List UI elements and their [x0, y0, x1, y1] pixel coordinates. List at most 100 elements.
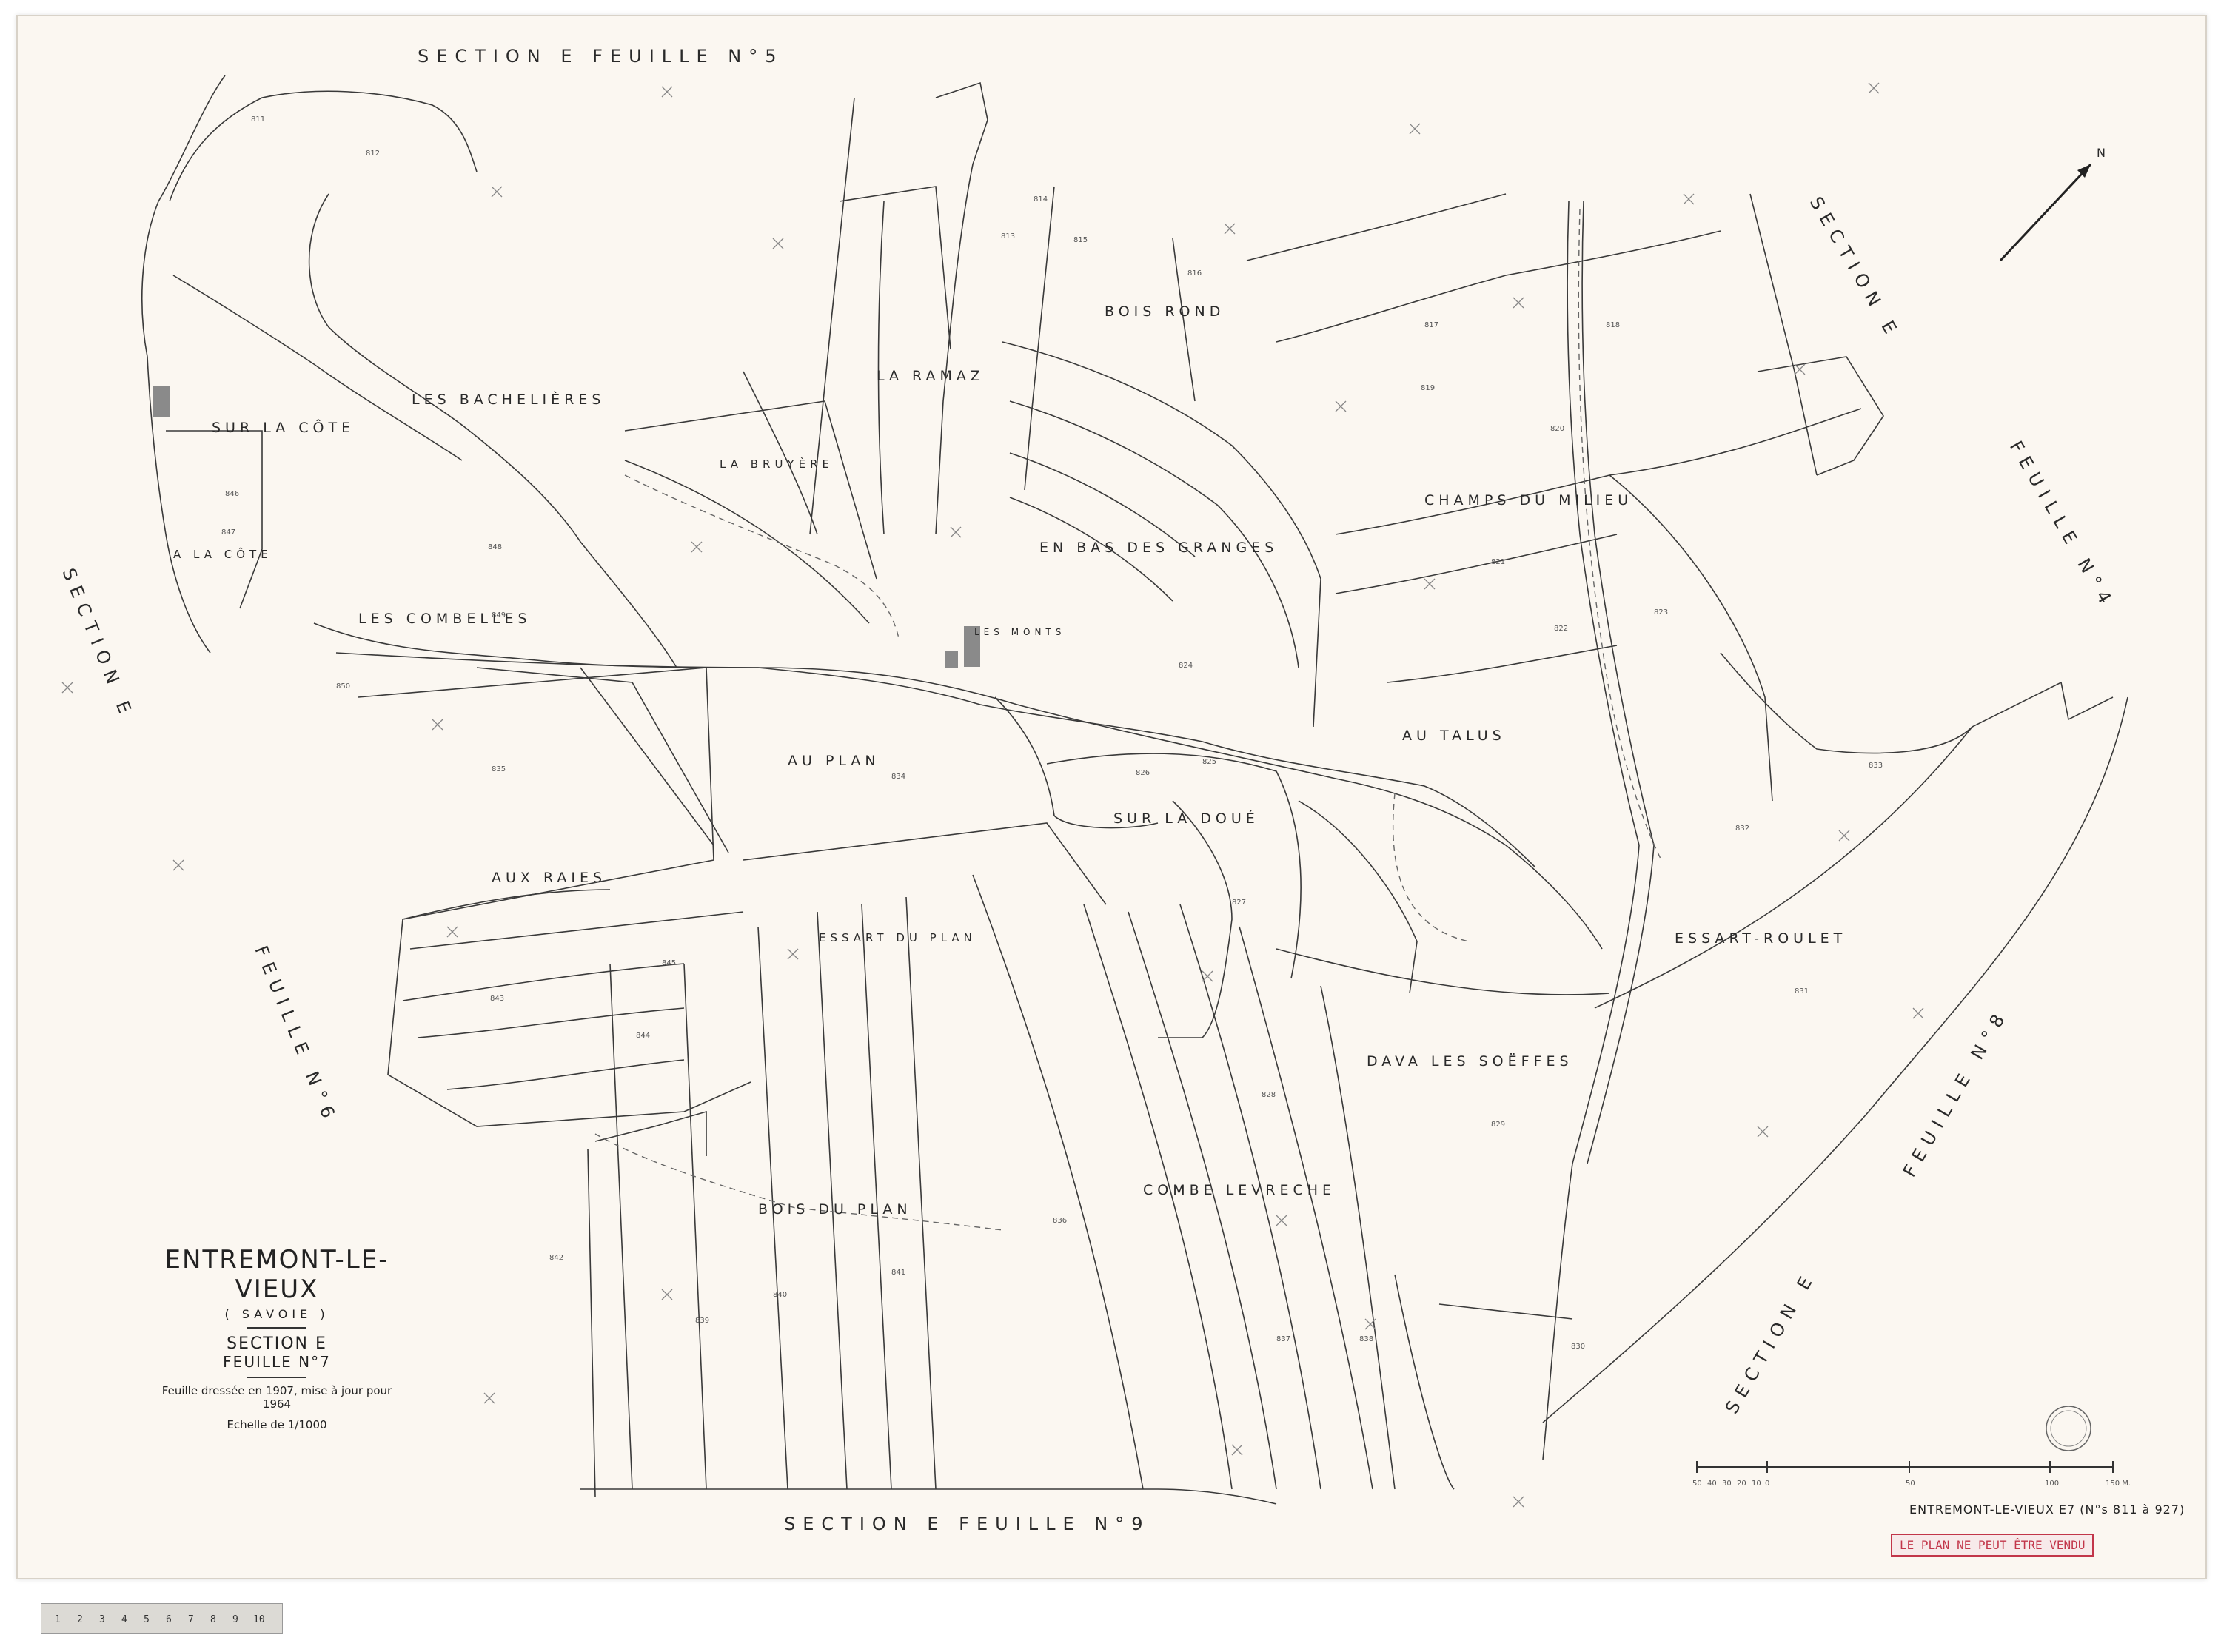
- parcel-number: 815: [1073, 236, 1088, 244]
- locality-label: EN BAS DES GRANGES: [1039, 540, 1278, 556]
- parcel-number: 842: [549, 1254, 563, 1262]
- title-divider: [247, 1377, 306, 1378]
- locality-label: ESSART DU PLAN: [819, 931, 976, 944]
- scale-tick: 50: [1906, 1480, 1915, 1488]
- parcel-number: 831: [1795, 987, 1809, 995]
- locality-label: BOIS DU PLAN: [758, 1201, 912, 1218]
- ruler-tick: 10: [253, 1614, 265, 1625]
- not-for-sale-stamp: LE PLAN NE PEUT ÊTRE VENDU: [1891, 1534, 2094, 1557]
- parcel-number: 817: [1424, 321, 1438, 329]
- commune-title: ENTREMONT-LE-VIEUX: [164, 1245, 389, 1304]
- parcel-number: 834: [891, 773, 905, 781]
- scale-tick: 40: [1707, 1480, 1717, 1488]
- locality-label: DAVA LES SOËFFES: [1367, 1052, 1573, 1070]
- ruler-tick: 1: [55, 1614, 61, 1625]
- parcel-number: 837: [1276, 1335, 1290, 1343]
- parcel-number: 843: [490, 995, 504, 1003]
- sheet-reference: ENTREMONT-LE-VIEUX E7 (N°s 811 à 927): [1909, 1502, 2185, 1517]
- scale-tick: 150 M.: [2106, 1480, 2131, 1488]
- locality-label: LES BACHELIÈRES: [412, 391, 605, 408]
- scale-tick: 20: [1737, 1480, 1746, 1488]
- parcel-number: 835: [492, 765, 506, 773]
- margin-label-left-bottom: FEUILLE N°6: [250, 943, 341, 1128]
- title-divider: [247, 1327, 306, 1329]
- parcel-number: 829: [1491, 1121, 1505, 1129]
- parcel-number: 847: [221, 528, 235, 537]
- parcel-number: 813: [1001, 232, 1015, 241]
- title-block: ENTREMONT-LE-VIEUX ( SAVOIE ) SECTION E …: [151, 1245, 403, 1431]
- ruler-tick: 5: [144, 1614, 150, 1625]
- locality-label: LA RAMAZ: [877, 368, 985, 384]
- parcel-number: 830: [1571, 1343, 1585, 1351]
- parcel-number: 832: [1735, 825, 1749, 833]
- north-arrow: N: [1999, 146, 2110, 262]
- margin-label-bottom: SECTION E FEUILLE N°9: [784, 1514, 1150, 1534]
- locality-label: A LA CÔTE: [173, 547, 272, 561]
- margin-label-right-bottom: SECTION E: [1721, 1267, 1820, 1417]
- parcel-number: 848: [488, 543, 502, 551]
- parcel-number: 839: [695, 1317, 709, 1325]
- margin-label-right-bottom2: FEUILLE N°8: [1899, 1004, 2012, 1181]
- locality-label: CHAMPS DU MILIEU: [1424, 492, 1632, 508]
- parcel-number: 840: [773, 1291, 787, 1299]
- locality-label: AU PLAN: [788, 753, 880, 769]
- parcel-number: 811: [251, 115, 265, 124]
- parcel-number: 827: [1232, 899, 1246, 907]
- parcel-number: 812: [366, 150, 380, 158]
- ruler-tick: 6: [166, 1614, 172, 1625]
- parcel-number: 826: [1136, 769, 1150, 777]
- locality-label: SUR LA CÔTE: [212, 418, 355, 436]
- parcel-number: 821: [1491, 558, 1505, 566]
- locality-label: AUX RAIES: [492, 870, 606, 886]
- parcel-number: 820: [1550, 425, 1564, 433]
- ruler-tick: 9: [232, 1614, 238, 1625]
- measuring-ruler: 1 2 3 4 5 6 7 8 9 10: [41, 1603, 283, 1634]
- scale-bar: 50 40 30 20 10 0 50 100 150 M.: [1692, 1461, 2131, 1488]
- locality-label: ESSART-ROULET: [1675, 930, 1846, 947]
- department-label: ( SAVOIE ): [224, 1307, 329, 1321]
- parcel-boundaries: [141, 75, 2128, 1505]
- scale-tick: 30: [1722, 1480, 1732, 1488]
- parcel-number: 823: [1654, 608, 1668, 617]
- parcel-number: 816: [1187, 269, 1202, 278]
- parcel-numbers: 811 812 813 814 815 816 817 818 819 820 …: [221, 115, 1883, 1351]
- scale-tick: 50: [1692, 1480, 1702, 1488]
- margin-label-right-top2: FEUILLE N°4: [2006, 437, 2119, 614]
- section-label: SECTION E: [227, 1334, 327, 1353]
- locality-labels: SUR LA CÔTE LES BACHELIÈRES A LA CÔTE LE…: [173, 303, 1846, 1218]
- parcel-number: 836: [1053, 1217, 1067, 1225]
- margin-label-right-top: SECTION E: [1806, 193, 1905, 343]
- scale-tick: 10: [1752, 1480, 1761, 1488]
- parcel-number: 822: [1554, 625, 1568, 633]
- parcel-number: 844: [636, 1032, 650, 1040]
- parcel-number: 841: [891, 1269, 905, 1277]
- parcel-number: 819: [1421, 384, 1435, 392]
- parcel-number: 825: [1202, 758, 1216, 766]
- date-note: Feuille dressée en 1907, mise à jour pou…: [161, 1384, 392, 1411]
- parcel-number: 850: [336, 682, 350, 691]
- building: [945, 651, 958, 668]
- locality-label: LA BRUYÈRE: [720, 457, 834, 471]
- scale-tick: 0: [1765, 1480, 1769, 1488]
- ruler-tick: 8: [210, 1614, 216, 1625]
- parcel-number: 833: [1869, 762, 1883, 770]
- parcel-number: 824: [1179, 662, 1193, 670]
- scale-tick: 100: [2045, 1480, 2059, 1488]
- locality-label: COMBE LEVRECHE: [1143, 1182, 1336, 1198]
- map-sheet: N SECTION E FEUILLE N°5 SECTION E FEUILL…: [16, 15, 2207, 1579]
- margin-label-left-top: SECTION E: [58, 565, 138, 723]
- ruler-tick: 3: [99, 1614, 105, 1625]
- parcel-number: 814: [1034, 195, 1048, 204]
- parcel-number: 845: [662, 959, 676, 967]
- margin-label-top: SECTION E FEUILLE N°5: [418, 46, 784, 67]
- parcel-number: 828: [1262, 1091, 1276, 1099]
- parcel-number: 846: [225, 490, 239, 498]
- ruler-tick: 7: [188, 1614, 194, 1625]
- sheet-label: FEUILLE N°7: [223, 1353, 331, 1371]
- locality-label: AU TALUS: [1402, 728, 1506, 744]
- seal-stamp: [2046, 1406, 2091, 1451]
- ruler-tick: 4: [121, 1614, 127, 1625]
- north-label: N: [2097, 146, 2110, 160]
- building: [153, 386, 170, 417]
- locality-label: SUR LA DOUÉ: [1113, 810, 1259, 827]
